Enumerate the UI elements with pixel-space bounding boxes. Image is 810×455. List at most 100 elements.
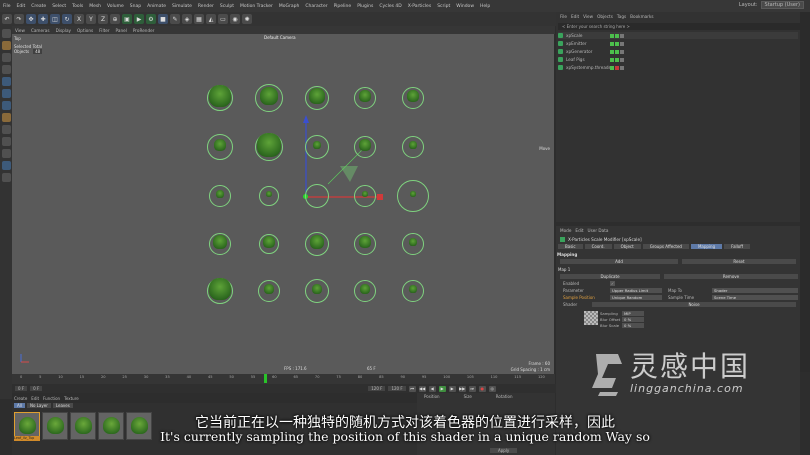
shader-field[interactable]: Noise xyxy=(592,302,796,307)
cube-icon[interactable]: ■ xyxy=(158,14,168,24)
camera-label[interactable]: Default Camera xyxy=(264,35,296,40)
prev-frame-icon[interactable]: ◀ xyxy=(428,385,436,392)
layout-selector[interactable]: Layout: Startup (User) xyxy=(739,1,804,9)
attribute-tab[interactable]: Coord. xyxy=(584,244,612,249)
enable-check-icon[interactable] xyxy=(620,65,624,70)
menu-item[interactable]: Cycles 4D xyxy=(376,4,404,9)
object-flags[interactable] xyxy=(610,33,624,38)
z-axis-icon[interactable]: Z xyxy=(98,14,108,24)
parameter-dropdown[interactable]: Upper Radius Limit xyxy=(610,288,662,293)
remove-button[interactable]: Remove xyxy=(664,274,798,279)
soft-selection-icon[interactable] xyxy=(1,149,11,158)
array-icon[interactable]: ▦ xyxy=(194,14,204,24)
menu-item[interactable]: Select xyxy=(49,4,69,9)
object-flags[interactable] xyxy=(610,65,624,70)
reset-button[interactable]: Reset xyxy=(682,259,796,264)
end-frame-field[interactable]: 120 F xyxy=(368,386,386,391)
record-icon[interactable]: ● xyxy=(478,385,486,392)
render-dot-icon[interactable] xyxy=(615,41,619,46)
coordinate-system-icon[interactable]: ⊕ xyxy=(110,14,120,24)
floor-icon[interactable]: ▭ xyxy=(218,14,228,24)
locked-workplane-icon[interactable] xyxy=(1,137,11,146)
snap-icon[interactable] xyxy=(1,125,11,134)
move-icon[interactable]: ✚ xyxy=(38,14,48,24)
material-tab[interactable]: Leaves xyxy=(52,403,73,408)
rotate-icon[interactable]: ↻ xyxy=(62,14,72,24)
subdivision-icon[interactable]: ◈ xyxy=(182,14,192,24)
menu-item[interactable]: Window xyxy=(453,4,477,9)
render-settings-icon[interactable]: ⚙ xyxy=(146,14,156,24)
menu-item[interactable]: Character xyxy=(302,4,330,9)
render-dot-icon[interactable] xyxy=(615,49,619,54)
menu-item[interactable]: Render xyxy=(195,4,217,9)
particle-radius-circle[interactable] xyxy=(305,184,329,208)
menu-item[interactable]: X-Particles xyxy=(405,4,434,9)
x-axis-icon[interactable]: X xyxy=(74,14,84,24)
model-mode-icon[interactable] xyxy=(1,41,11,50)
render-dot-icon[interactable] xyxy=(615,57,619,62)
object-row[interactable]: xpGenerator xyxy=(558,48,798,55)
go-to-end-icon[interactable]: ⏭ xyxy=(468,385,476,392)
enable-check-icon[interactable] xyxy=(620,57,624,62)
render-picture-viewer-icon[interactable]: ▶ xyxy=(134,14,144,24)
material-menu-item[interactable]: Function xyxy=(41,396,62,401)
object-manager-menu-item[interactable]: Tags xyxy=(617,14,626,19)
live-select-icon[interactable]: ✥ xyxy=(26,14,36,24)
enable-check-icon[interactable] xyxy=(620,49,624,54)
enable-check-icon[interactable] xyxy=(620,33,624,38)
menu-item[interactable]: Tools xyxy=(69,4,86,9)
axis-mode-icon[interactable] xyxy=(1,113,11,122)
enabled-checkbox[interactable]: ✓ xyxy=(610,281,615,286)
menu-item[interactable]: Create xyxy=(28,4,49,9)
attribute-menu-item[interactable]: User Data xyxy=(588,228,609,233)
object-row[interactable]: xpScale xyxy=(558,32,798,39)
attribute-tab[interactable]: Groups Affected xyxy=(642,244,689,249)
render-dot-icon[interactable] xyxy=(615,33,619,38)
object-flags[interactable] xyxy=(610,57,624,62)
sampling-dropdown[interactable]: MIP xyxy=(622,311,644,316)
attribute-menu-item[interactable]: Edit xyxy=(575,228,583,233)
menu-item[interactable]: Script xyxy=(434,4,453,9)
attribute-menu-item[interactable]: Mode xyxy=(560,228,571,233)
tweak-mode-icon[interactable] xyxy=(1,161,11,170)
texture-mode-icon[interactable] xyxy=(1,53,11,62)
undo-icon[interactable]: ↶ xyxy=(2,14,12,24)
attribute-tab[interactable]: Object xyxy=(613,244,641,249)
layout-dropdown[interactable]: Startup (User) xyxy=(760,1,804,9)
visibility-dot-icon[interactable] xyxy=(610,41,614,46)
object-row[interactable]: Leaf Pigs xyxy=(558,56,798,63)
scale-icon[interactable]: ◫ xyxy=(50,14,60,24)
menu-item[interactable]: Animate xyxy=(144,4,169,9)
light-icon[interactable]: ✺ xyxy=(242,14,252,24)
object-manager-menu-item[interactable]: View xyxy=(583,14,593,19)
attribute-tab[interactable]: Basic xyxy=(558,244,583,249)
y-axis-icon[interactable]: Y xyxy=(86,14,96,24)
material-menu-item[interactable]: Texture xyxy=(62,396,81,401)
menu-item[interactable]: Simulate xyxy=(169,4,195,9)
sample-position-dropdown[interactable]: Unique Random xyxy=(610,295,662,300)
menu-item[interactable]: File xyxy=(0,4,14,9)
menu-item[interactable]: Snap xyxy=(127,4,144,9)
viewport-menu-item[interactable]: Filter xyxy=(96,28,112,33)
polygons-mode-icon[interactable] xyxy=(1,101,11,110)
object-manager-menu-item[interactable]: File xyxy=(560,14,567,19)
blur-scale-field[interactable]: 0 % xyxy=(622,323,644,328)
object-manager-menu-item[interactable]: Bookmarks xyxy=(630,14,653,19)
viewport-menu-item[interactable]: ProRender xyxy=(130,28,158,33)
next-frame-icon[interactable]: ▶ xyxy=(448,385,456,392)
visibility-dot-icon[interactable] xyxy=(610,65,614,70)
current-frame-field[interactable]: 0 F xyxy=(30,386,43,391)
edges-mode-icon[interactable] xyxy=(1,89,11,98)
object-flags[interactable] xyxy=(610,41,624,46)
object-manager-menu-item[interactable]: Objects xyxy=(597,14,613,19)
viewport-menu-item[interactable]: Panel xyxy=(113,28,130,33)
visibility-dot-icon[interactable] xyxy=(610,33,614,38)
menu-item[interactable]: Edit xyxy=(14,4,29,9)
object-row[interactable]: xpSystemmp.threads xyxy=(558,64,798,71)
material-menu-item[interactable]: Edit xyxy=(29,396,41,401)
render-dot-icon[interactable] xyxy=(615,65,619,70)
render-view-icon[interactable]: ▣ xyxy=(122,14,132,24)
preview-end-field[interactable]: 120 F xyxy=(388,386,406,391)
points-mode-icon[interactable] xyxy=(1,77,11,86)
object-manager-menu-item[interactable]: Edit xyxy=(571,14,579,19)
